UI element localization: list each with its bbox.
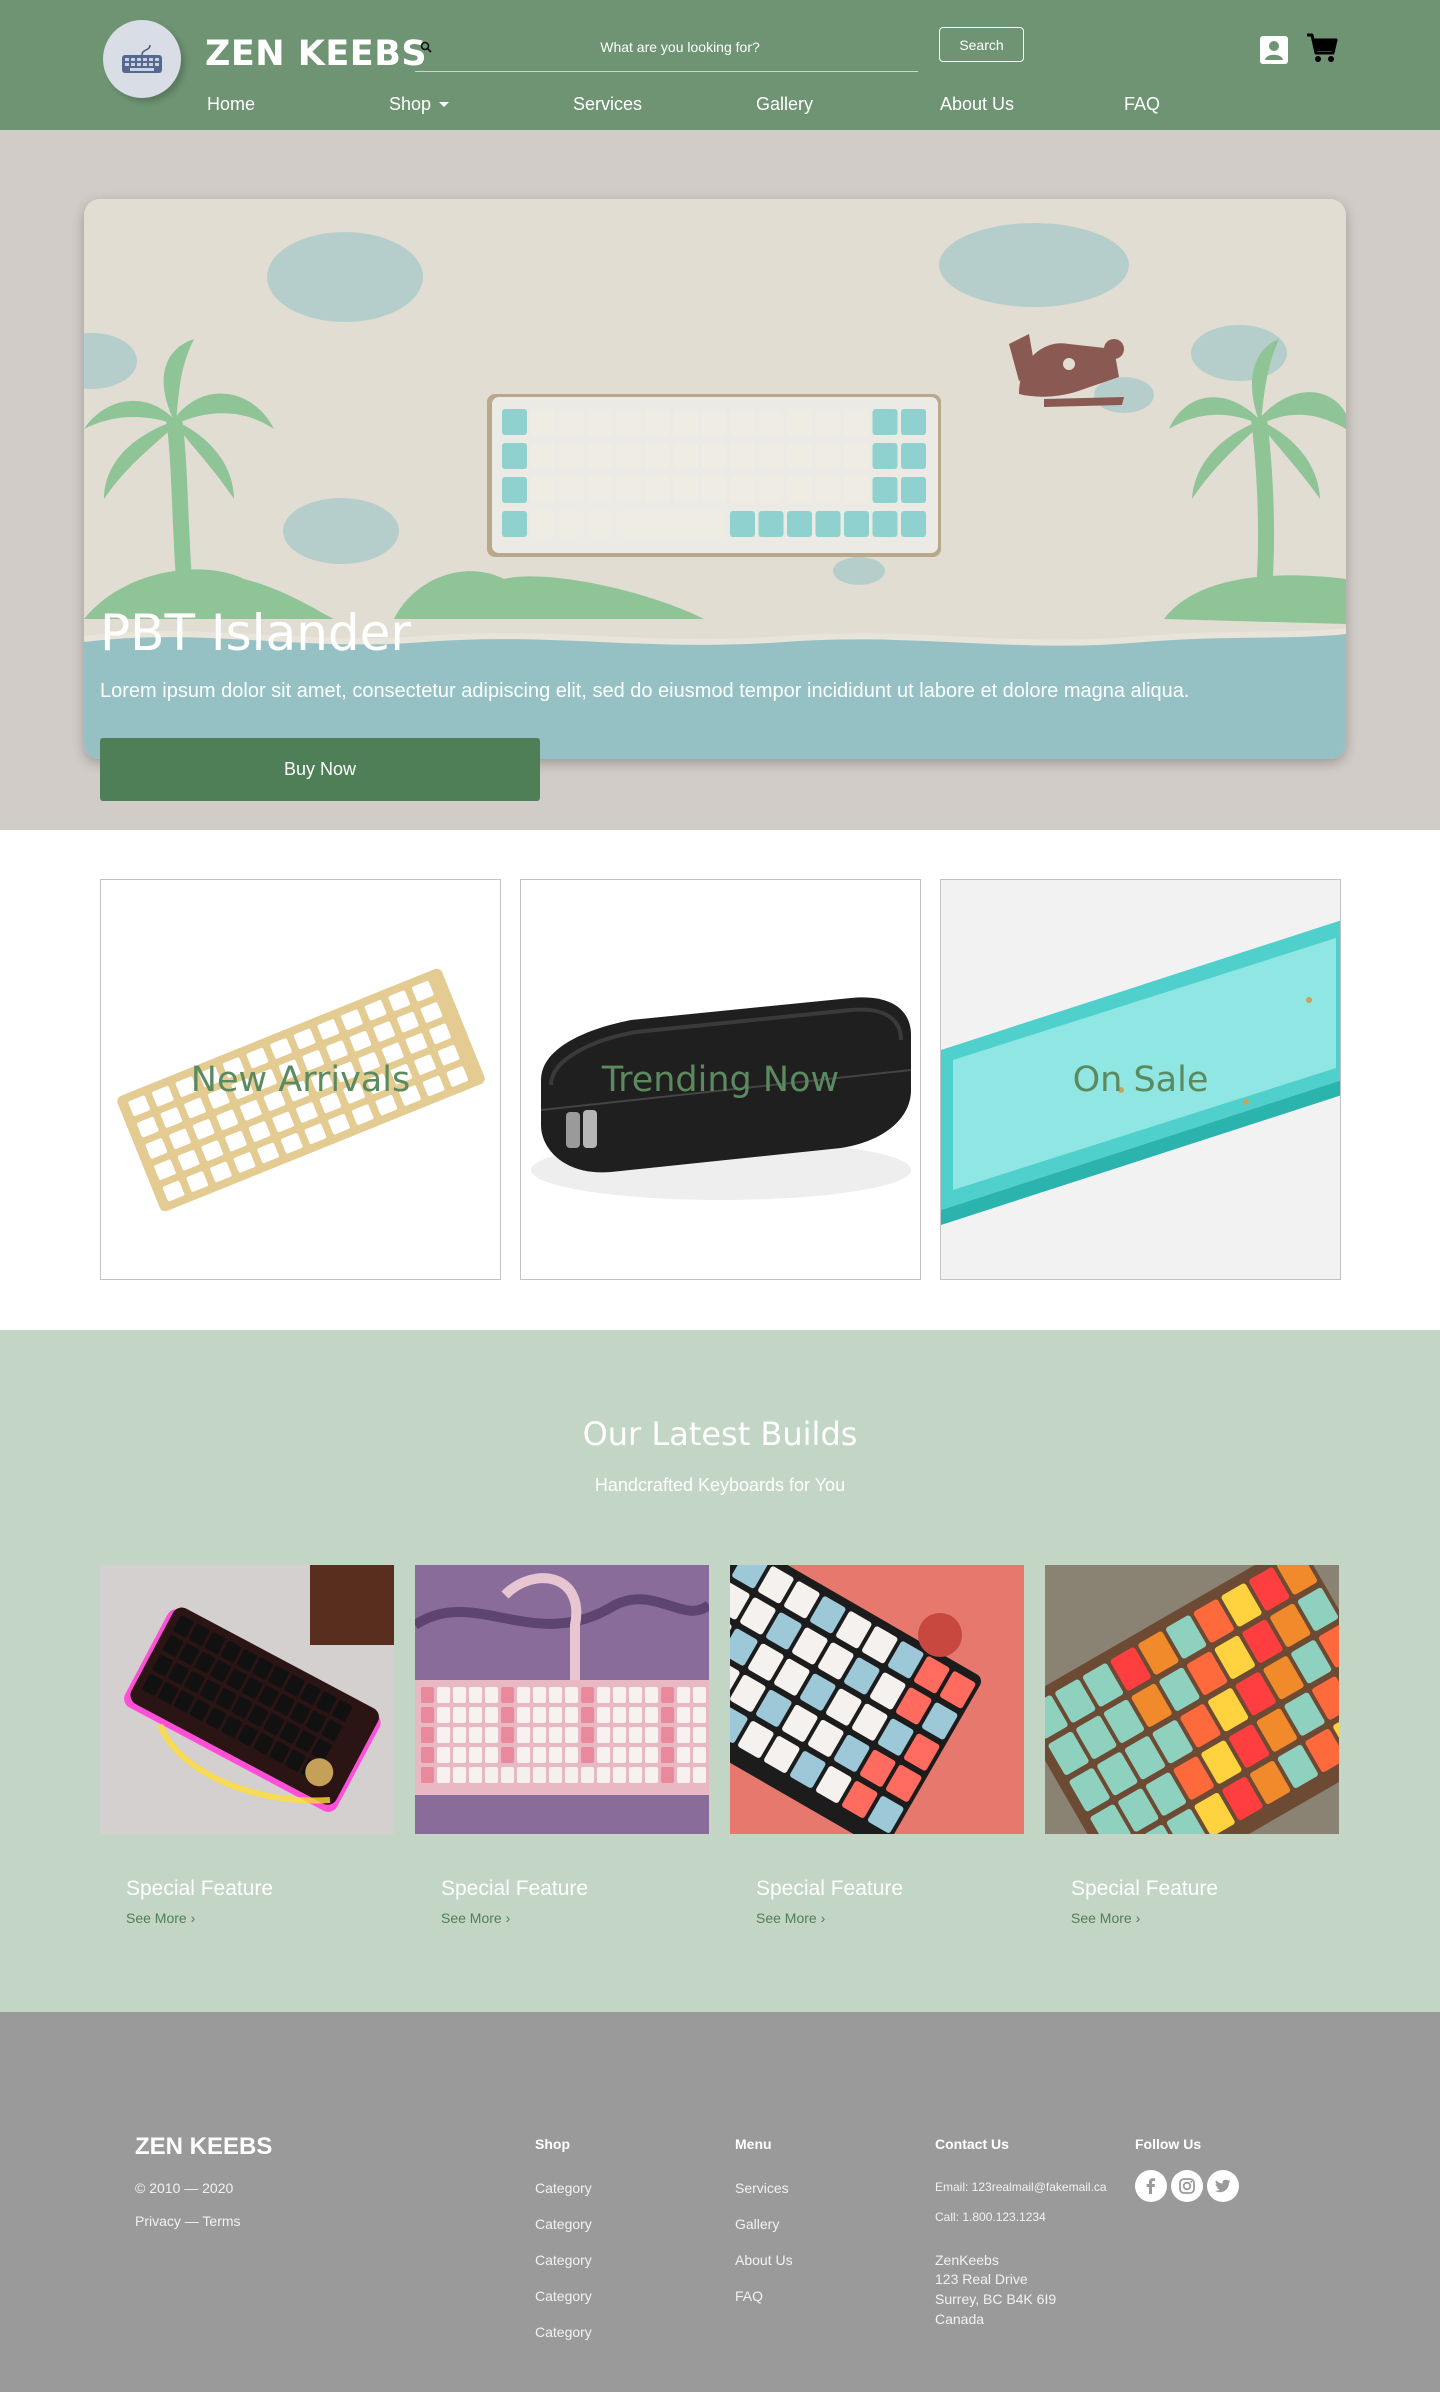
nav-services[interactable]: Services (573, 94, 642, 115)
build-image-2[interactable] (415, 1565, 709, 1834)
footer-address-line: Surrey, BC B4K 6I9 (935, 2291, 1057, 2307)
build-image-4[interactable] (1045, 1565, 1339, 1834)
footer-shop-heading: Shop (535, 2136, 570, 2152)
hero-title: PBT Islander (100, 604, 411, 662)
facebook-icon[interactable] (1135, 2170, 1167, 2202)
nav-faq[interactable]: FAQ (1124, 94, 1160, 115)
footer-copyright: © 2010 — 2020 (135, 2180, 234, 2196)
footer-menu-heading: Menu (735, 2136, 772, 2152)
hero-banner (84, 199, 1346, 759)
nav-home[interactable]: Home (207, 94, 255, 115)
logo[interactable] (103, 20, 181, 98)
rgb-keyboard-photo (100, 1565, 394, 1834)
footer-menu-link-services[interactable]: Services (735, 2180, 789, 2196)
hero-illustration (84, 199, 1346, 759)
footer-menu-link-gallery[interactable]: Gallery (735, 2216, 779, 2232)
footer-address-line: Canada (935, 2311, 985, 2327)
footer-email[interactable]: Email: 123realmail@fakemail.ca (935, 2180, 1107, 2194)
footer-follow-heading: Follow Us (1135, 2136, 1202, 2152)
footer-shop-link[interactable]: Category (535, 2252, 592, 2268)
tropical-keyboard-photo (1045, 1565, 1339, 1834)
twitter-icon[interactable] (1207, 2170, 1239, 2202)
builds-title: Our Latest Builds (582, 1415, 858, 1453)
hero-description: Lorem ipsum dolor sit amet, consectetur … (100, 680, 1190, 702)
footer-shop-link[interactable]: Category (535, 2288, 592, 2304)
build-title-1: Special Feature (126, 1877, 274, 1900)
category-label: On Sale (1072, 1060, 1209, 1100)
build-title-2: Special Feature (441, 1877, 589, 1900)
build-title-3: Special Feature (756, 1877, 904, 1900)
search-bar (415, 26, 918, 72)
category-card-on-sale[interactable]: On Sale (940, 879, 1341, 1280)
account-icon[interactable] (1258, 34, 1290, 66)
see-more-link-2[interactable]: See More › (441, 1910, 510, 1926)
nav-gallery[interactable]: Gallery (756, 94, 813, 115)
see-more-link-1[interactable]: See More › (126, 1910, 195, 1926)
footer-legal-links[interactable]: Privacy — Terms (135, 2213, 241, 2229)
keyboard-logo-icon (122, 44, 162, 73)
footer-shop-link[interactable]: Category (535, 2216, 592, 2232)
see-more-link-4[interactable]: See More › (1071, 1910, 1140, 1926)
build-image-1[interactable] (100, 1565, 394, 1834)
search-input[interactable] (445, 32, 915, 62)
nav-about-us[interactable]: About Us (940, 94, 1014, 115)
build-image-3[interactable] (730, 1565, 1024, 1834)
nav-shop[interactable]: Shop (389, 94, 450, 115)
footer-company: ZenKeebs (935, 2252, 999, 2268)
see-more-link-3[interactable]: See More › (756, 1910, 825, 1926)
footer-contact-heading: Contact Us (935, 2136, 1009, 2152)
footer-shop-link[interactable]: Category (535, 2180, 592, 2196)
site-footer (0, 2012, 1440, 2392)
build-title-4: Special Feature (1071, 1877, 1219, 1900)
search-icon[interactable] (415, 36, 437, 58)
category-card-trending-now[interactable]: Trending Now (520, 879, 921, 1280)
caret-down-icon (439, 102, 450, 108)
brand-name[interactable]: ZEN KEEBS (205, 34, 427, 74)
coral-keyboard-photo (730, 1565, 1024, 1834)
footer-shop-link[interactable]: Category (535, 2324, 592, 2340)
search-button[interactable]: Search (939, 27, 1024, 62)
builds-subtitle: Handcrafted Keyboards for You (594, 1475, 846, 1495)
category-label: Trending Now (601, 1060, 840, 1100)
nav-shop-label: Shop (389, 94, 432, 114)
footer-menu-link-faq[interactable]: FAQ (735, 2288, 763, 2304)
footer-address-line: 123 Real Drive (935, 2271, 1028, 2287)
buy-now-button[interactable]: Buy Now (100, 738, 540, 801)
instagram-icon[interactable] (1171, 2170, 1203, 2202)
pink-keyboard-photo (415, 1565, 709, 1834)
footer-phone[interactable]: Call: 1.800.123.1234 (935, 2210, 1046, 2224)
footer-brand[interactable]: ZEN KEEBS (135, 2133, 272, 2161)
cart-icon[interactable] (1305, 31, 1339, 65)
category-card-new-arrivals[interactable]: New Arrivals (100, 879, 501, 1280)
footer-menu-link-about-us[interactable]: About Us (735, 2252, 793, 2268)
category-label: New Arrivals (190, 1060, 411, 1100)
